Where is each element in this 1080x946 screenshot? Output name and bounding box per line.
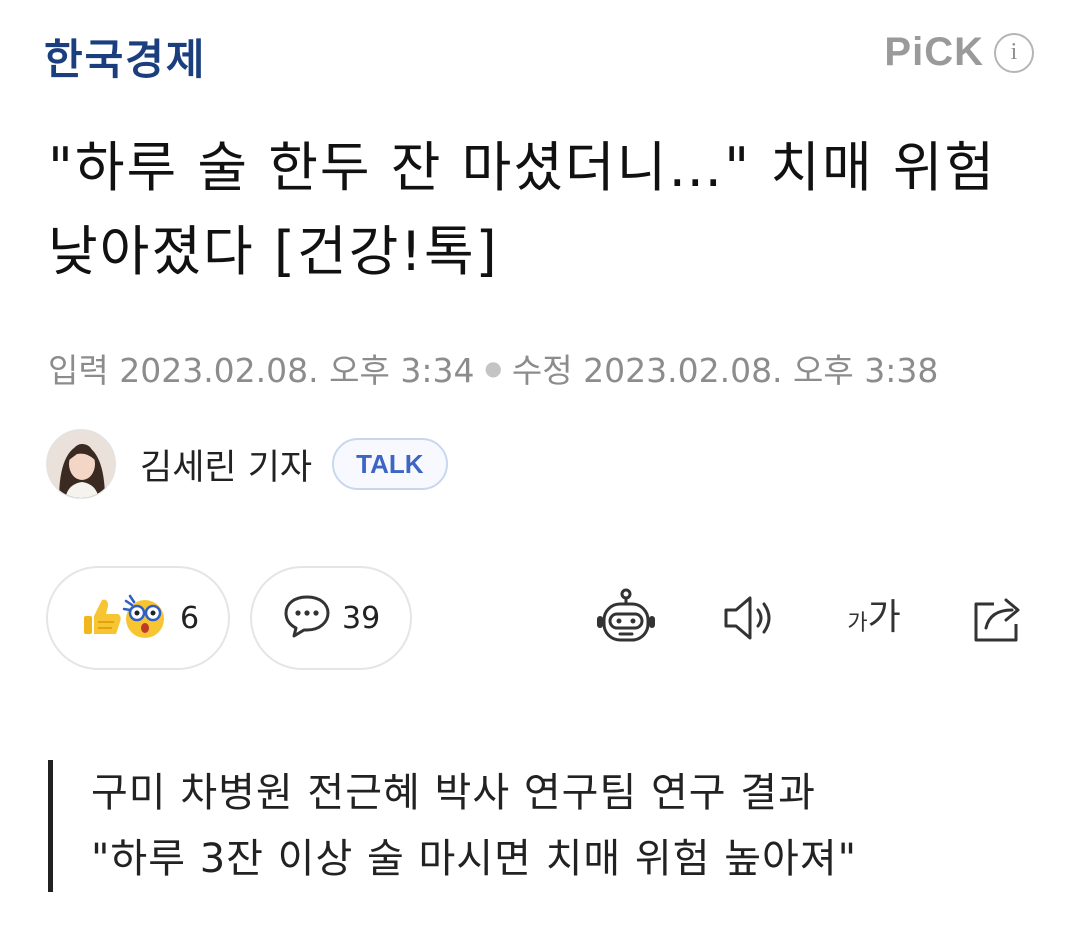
pick-badge[interactable]: PiCK i [884, 30, 1034, 75]
thumbs-up-emoji-icon [78, 592, 126, 644]
font-size-icon[interactable]: 가가 [838, 586, 910, 650]
font-size-label: 가가 [847, 598, 900, 638]
talk-button[interactable]: TALK [332, 438, 448, 490]
article-summary: 구미 차병원 전근혜 박사 연구팀 연구 결과 "하루 3잔 이상 술 마시면 … [48, 760, 857, 892]
font-size-large-glyph: 가 [867, 597, 901, 638]
press-logo[interactable]: 한국경제 [44, 26, 207, 87]
reporter-row: 김세린 기자 TALK [46, 428, 448, 500]
pick-label: PiCK [884, 30, 984, 74]
article-title: "하루 술 한두 잔 마셨더니…" 치매 위험 낮아졌다 [건강!톡] [48, 136, 997, 283]
info-icon[interactable]: i [994, 32, 1034, 73]
reporter-avatar[interactable] [46, 429, 116, 499]
speaker-icon[interactable] [718, 586, 782, 650]
action-bar: 6 39 가 가 [46, 566, 1036, 670]
header: 한국경제 PiCK i [0, 0, 1080, 110]
input-date: 입력 2023.02.08. 오후 3:34 [48, 351, 475, 390]
reporter-name[interactable]: 김세린 기자 [140, 439, 312, 490]
surprised-emoji-icon [120, 591, 170, 645]
date-separator: ● [484, 356, 502, 380]
summary-line-2: "하루 3잔 이상 술 마시면 치매 위험 높아져" [91, 836, 858, 882]
summary-line-1: 구미 차병원 전근혜 박사 연구팀 연구 결과 [91, 770, 816, 816]
font-size-small-glyph: 가 [847, 611, 868, 636]
share-icon[interactable] [966, 586, 1030, 650]
comment-count: 39 [342, 600, 381, 636]
reaction-button[interactable]: 6 [46, 566, 230, 670]
modified-date: 수정 2023.02.08. 오후 3:38 [511, 351, 939, 390]
reaction-count: 6 [180, 600, 200, 636]
comment-icon [282, 593, 332, 643]
article-dates: 입력 2023.02.08. 오후 3:34 ● 수정 2023.02.08. … [48, 344, 938, 392]
ai-summary-robot-icon[interactable] [594, 586, 658, 650]
comment-button[interactable]: 39 [250, 566, 412, 670]
